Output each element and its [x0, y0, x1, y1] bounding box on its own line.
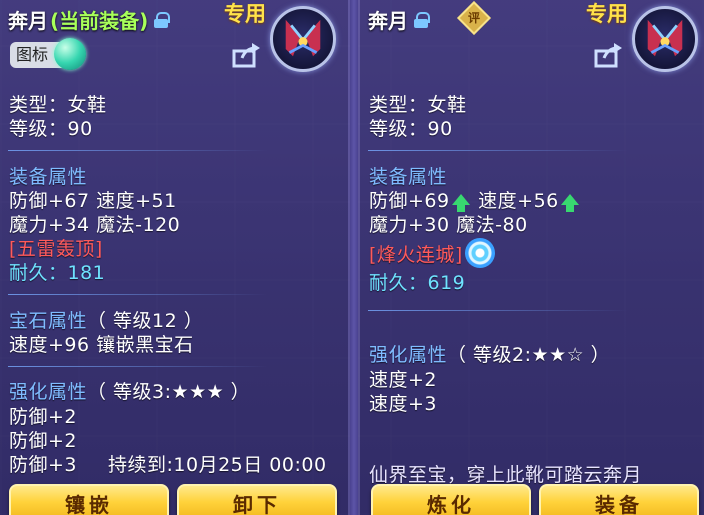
enhance-attr-row: 强化属性（ 等级3:★★★ ） [9, 377, 250, 404]
exclusive-tag: 专用 [224, 2, 266, 26]
item-type: 类型：女鞋 [9, 94, 107, 116]
up-arrow-icon [451, 194, 470, 212]
special-skill-row: [烽火连城] [369, 237, 495, 271]
compare-equipment-panel: 奔月 评 专用 类型：女鞋 等级：90 装备属性 防御+69 速度+56 魔力+… [358, 0, 704, 515]
item-level: 等级：90 [9, 118, 93, 140]
enhance-duration: 持续到:10月25日 00:00 [108, 454, 327, 476]
lock-icon[interactable] [154, 11, 171, 28]
right-title: 奔月 [368, 5, 430, 34]
enhance-attr-title: 强化属性 [9, 381, 88, 403]
gem-line: 速度+96 镶嵌黑宝石 [9, 334, 194, 356]
unequip-button[interactable]: 卸下 [177, 484, 337, 515]
special-skill: [五雷轰顶] [9, 238, 103, 260]
up-arrow-icon [560, 194, 579, 212]
enhance-line-3: 防御+3 [9, 454, 78, 476]
durability: 耐久：619 [369, 272, 466, 294]
left-item-name: 奔月 [8, 9, 48, 33]
enhance-line-1: 速度+2 [369, 369, 438, 391]
attr-line-1: 防御+69 速度+56 [369, 186, 581, 213]
flavor-text: 仙界至宝，穿上此靴可踏云奔月 [369, 464, 643, 486]
equip-attr-title: 装备属性 [9, 166, 88, 188]
left-title: 奔月 (当前装备) [8, 5, 171, 34]
icon-badge[interactable]: 图标 [10, 38, 87, 70]
attr-line-2: 魔力+30 魔法-80 [369, 214, 528, 236]
icon-badge-label: 图标 [16, 45, 49, 64]
divider [368, 150, 628, 151]
attr-line-1: 防御+67 速度+51 [9, 190, 177, 212]
enhance-level: （ 等级3:★★★ ） [87, 381, 251, 403]
emblem-icon [270, 6, 336, 72]
divider [8, 294, 268, 295]
gem-attr-row: 宝石属性（ 等级12 ） [9, 306, 203, 333]
divider [8, 366, 268, 367]
divider [368, 310, 628, 311]
exclusive-tag: 专用 [586, 2, 628, 26]
enhance-attr-title: 强化属性 [369, 344, 448, 366]
emblem-icon [632, 6, 698, 72]
item-level: 等级：90 [369, 118, 453, 140]
swirl-icon[interactable] [464, 237, 495, 268]
rating-icon[interactable]: 评 [457, 1, 491, 35]
item-type: 类型：女鞋 [369, 94, 467, 116]
gem-level: （ 等级12 ） [87, 310, 204, 332]
enhance-attr-row: 强化属性（ 等级2:★★☆ ） [369, 340, 610, 367]
refine-button[interactable]: 炼化 [371, 484, 531, 515]
inlay-button[interactable]: 镶嵌 [9, 484, 169, 515]
share-icon[interactable] [594, 42, 624, 68]
right-item-name: 奔月 [368, 9, 408, 33]
gem-orb-icon [54, 38, 87, 70]
rating-icon-label: 评 [467, 11, 480, 25]
panel-divider [350, 0, 358, 515]
equip-button[interactable]: 装备 [539, 484, 699, 515]
enhance-level: （ 等级2:★★☆ ） [447, 344, 611, 366]
current-equipment-panel: 奔月 (当前装备) 专用 图标 类型：女鞋 等级：90 装备属性 防御+67 速度… [0, 0, 350, 515]
attr-line-2: 魔力+34 魔法-120 [9, 214, 181, 236]
defense-value: 防御+69 [369, 190, 450, 212]
special-skill: [烽火连城] [369, 244, 463, 266]
speed-value: 速度+56 [478, 190, 559, 212]
enhance-line-1: 防御+2 [9, 406, 78, 428]
left-item-status: (当前装备) [50, 9, 149, 33]
divider [8, 150, 268, 151]
lock-icon[interactable] [414, 11, 430, 28]
enhance-line-2: 防御+2 [9, 430, 78, 452]
durability: 耐久：181 [9, 262, 106, 284]
share-icon[interactable] [232, 42, 262, 68]
equip-attr-title: 装备属性 [369, 166, 448, 188]
enhance-line-2: 速度+3 [369, 393, 438, 415]
gem-attr-title: 宝石属性 [9, 310, 88, 332]
